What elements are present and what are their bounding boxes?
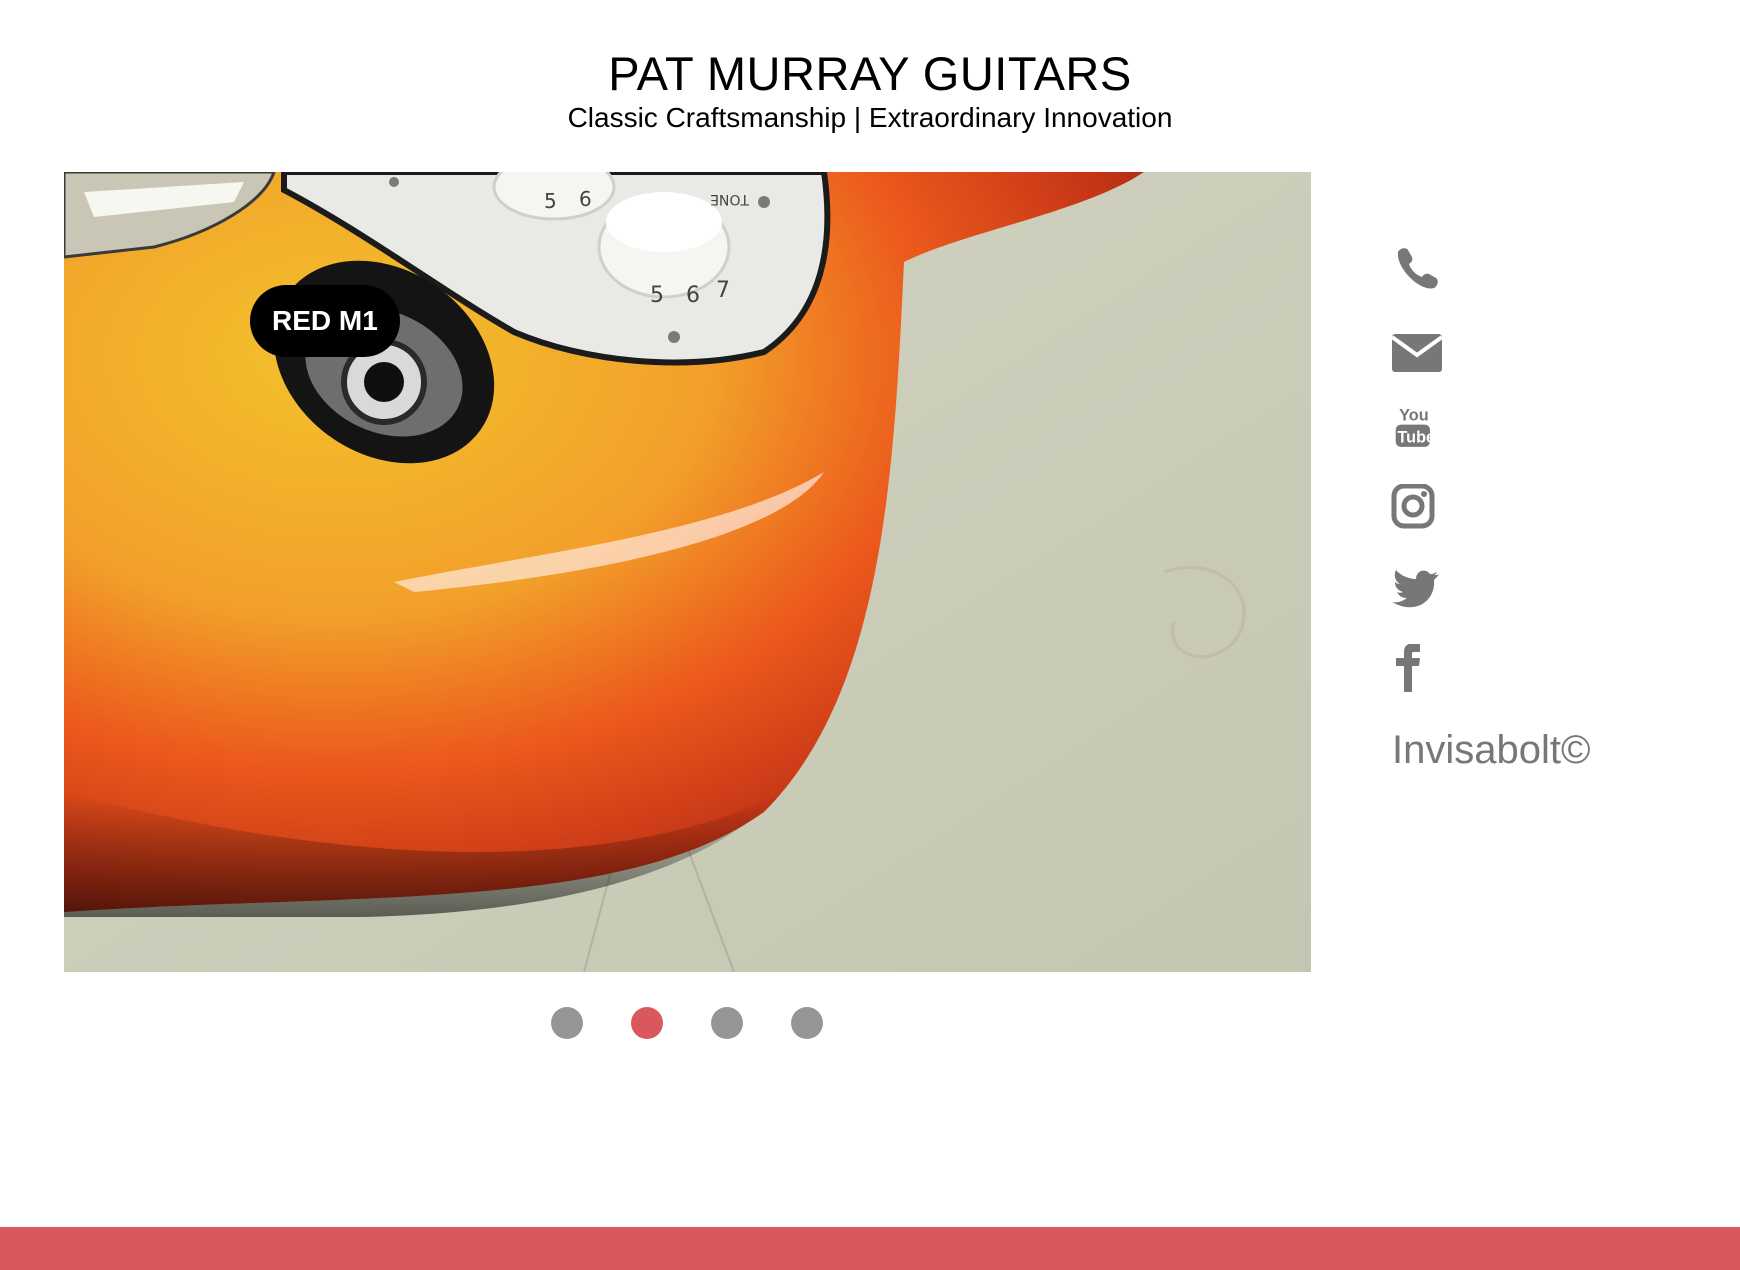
knob-number: 6 bbox=[579, 187, 592, 211]
slider-pagination bbox=[0, 1007, 1740, 1041]
knob-number: 6 bbox=[686, 283, 700, 308]
knob-number: 5 bbox=[544, 189, 557, 213]
copyright-text: Invisabolt© bbox=[1392, 728, 1591, 772]
phone-link[interactable] bbox=[1390, 244, 1446, 292]
youtube-tube-text: Tube bbox=[1397, 429, 1435, 447]
youtube-you-text: You bbox=[1399, 406, 1429, 424]
twitter-link[interactable] bbox=[1390, 564, 1446, 612]
youtube-icon: You Tube bbox=[1395, 406, 1435, 447]
image-slider[interactable]: 5 6 7 5 6 TONE RED M1 bbox=[64, 172, 1311, 972]
knob-number: 7 bbox=[716, 278, 730, 303]
slider-dot-4[interactable] bbox=[791, 1007, 823, 1039]
guitar-photo: 5 6 7 5 6 TONE bbox=[64, 172, 1311, 972]
site-title: PAT MURRAY GUITARS bbox=[608, 47, 1132, 100]
slide-caption: RED M1 bbox=[250, 285, 400, 357]
site-tagline: Classic Craftsmanship | Extraordinary In… bbox=[567, 102, 1173, 133]
phone-icon bbox=[1397, 248, 1438, 289]
youtube-link[interactable]: You Tube bbox=[1390, 404, 1446, 452]
slider-dot-3[interactable] bbox=[711, 1007, 743, 1039]
slider-dot-1[interactable] bbox=[551, 1007, 583, 1039]
slider-dot-2[interactable] bbox=[631, 1007, 663, 1039]
instagram-icon bbox=[1391, 483, 1435, 529]
email-link[interactable] bbox=[1390, 328, 1446, 376]
knob-number: 5 bbox=[650, 283, 664, 308]
twitter-icon bbox=[1392, 570, 1439, 608]
facebook-icon bbox=[1396, 643, 1420, 692]
instagram-link[interactable] bbox=[1390, 483, 1446, 532]
knob-label: TONE bbox=[710, 191, 750, 207]
footer-bar bbox=[0, 1227, 1740, 1270]
facebook-link[interactable] bbox=[1390, 643, 1446, 692]
envelope-icon bbox=[1390, 334, 1444, 372]
